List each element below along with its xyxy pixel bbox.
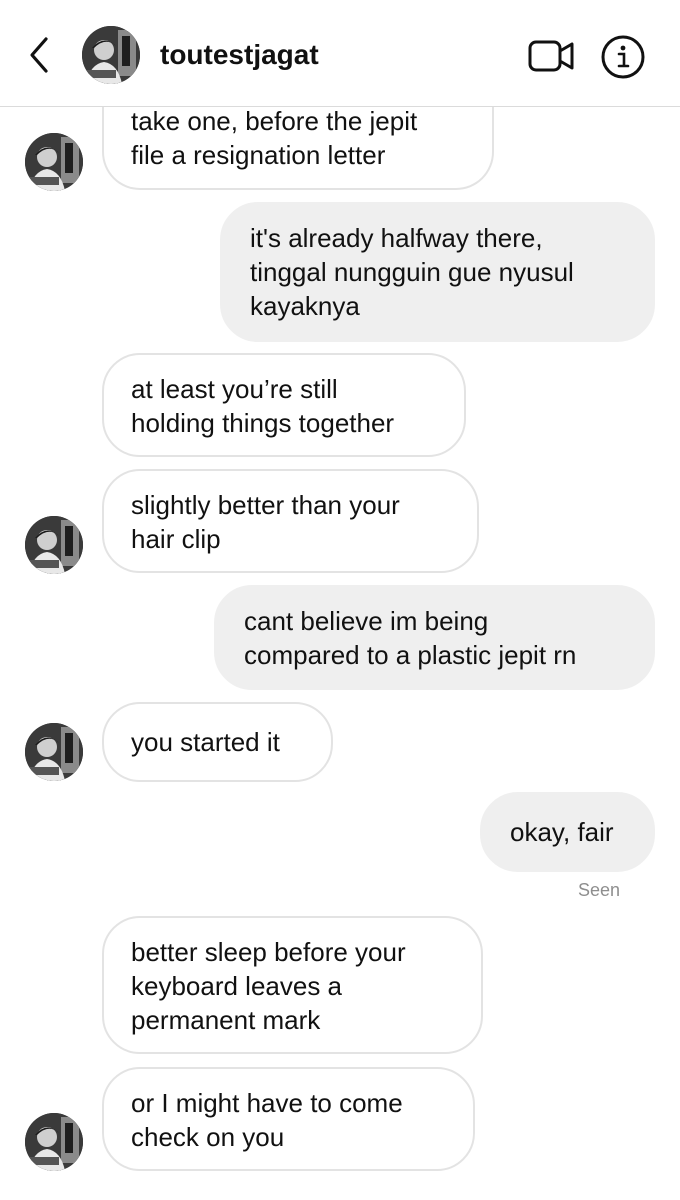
video-call-button[interactable] bbox=[527, 36, 577, 76]
message-bubble-incoming[interactable]: you started it bbox=[102, 702, 333, 782]
message-text: better sleep before your bbox=[131, 937, 406, 967]
back-button[interactable] bbox=[22, 33, 58, 77]
message-text: permanent mark bbox=[131, 1005, 321, 1035]
message-text: hair clip bbox=[131, 524, 221, 554]
message-bubble-incoming[interactable]: slightly better than your hair clip bbox=[102, 469, 479, 573]
seen-receipt: Seen bbox=[578, 880, 621, 900]
contact-avatar[interactable] bbox=[25, 133, 83, 191]
message-text: at least you’re still bbox=[131, 374, 338, 404]
avatar-image bbox=[82, 26, 140, 84]
video-camera-icon bbox=[528, 40, 574, 72]
message-bubble-outgoing[interactable]: cant believe im being compared to a plas… bbox=[214, 585, 655, 690]
message-text: or I might have to come bbox=[131, 1088, 403, 1118]
header-avatar[interactable] bbox=[82, 26, 140, 84]
contact-avatar[interactable] bbox=[25, 516, 83, 574]
message-text: file a resignation letter bbox=[131, 140, 386, 170]
message-text: take one, before the jepit bbox=[131, 106, 418, 136]
message-text: keyboard leaves a bbox=[131, 971, 343, 1001]
contact-avatar[interactable] bbox=[25, 723, 83, 781]
chat-header: toutestjagat bbox=[0, 0, 680, 107]
message-thread[interactable]: take one, before the jepit file a resign… bbox=[0, 0, 680, 1200]
message-text: tinggal nungguin gue nyusul bbox=[250, 257, 574, 287]
message-bubble-incoming[interactable]: or I might have to come check on you bbox=[102, 1067, 475, 1171]
message-bubble-outgoing[interactable]: okay, fair bbox=[480, 792, 655, 872]
message-text: kayaknya bbox=[250, 291, 360, 321]
message-text: check on you bbox=[131, 1122, 285, 1152]
message-text: it's already halfway there, bbox=[250, 223, 543, 253]
message-text: holding things together bbox=[131, 408, 395, 438]
avatar-image bbox=[25, 723, 83, 781]
info-button[interactable] bbox=[600, 34, 646, 80]
contact-username[interactable]: toutestjagat bbox=[160, 38, 319, 72]
info-icon bbox=[601, 35, 645, 79]
message-bubble-incoming[interactable]: at least you’re still holding things tog… bbox=[102, 353, 466, 457]
contact-avatar[interactable] bbox=[25, 1113, 83, 1171]
message-text: you started it bbox=[131, 727, 280, 757]
avatar-image bbox=[25, 1113, 83, 1171]
message-bubble-outgoing[interactable]: it's already halfway there, tinggal nung… bbox=[220, 202, 655, 342]
message-text: cant believe im being bbox=[244, 606, 489, 636]
chevron-left-icon bbox=[30, 37, 48, 73]
message-text: okay, fair bbox=[510, 817, 614, 847]
message-text: compared to a plastic jepit rn bbox=[244, 640, 577, 670]
avatar-image bbox=[25, 516, 83, 574]
message-text: slightly better than your bbox=[131, 490, 400, 520]
avatar-image bbox=[25, 133, 83, 191]
message-bubble-incoming[interactable]: better sleep before your keyboard leaves… bbox=[102, 916, 483, 1054]
